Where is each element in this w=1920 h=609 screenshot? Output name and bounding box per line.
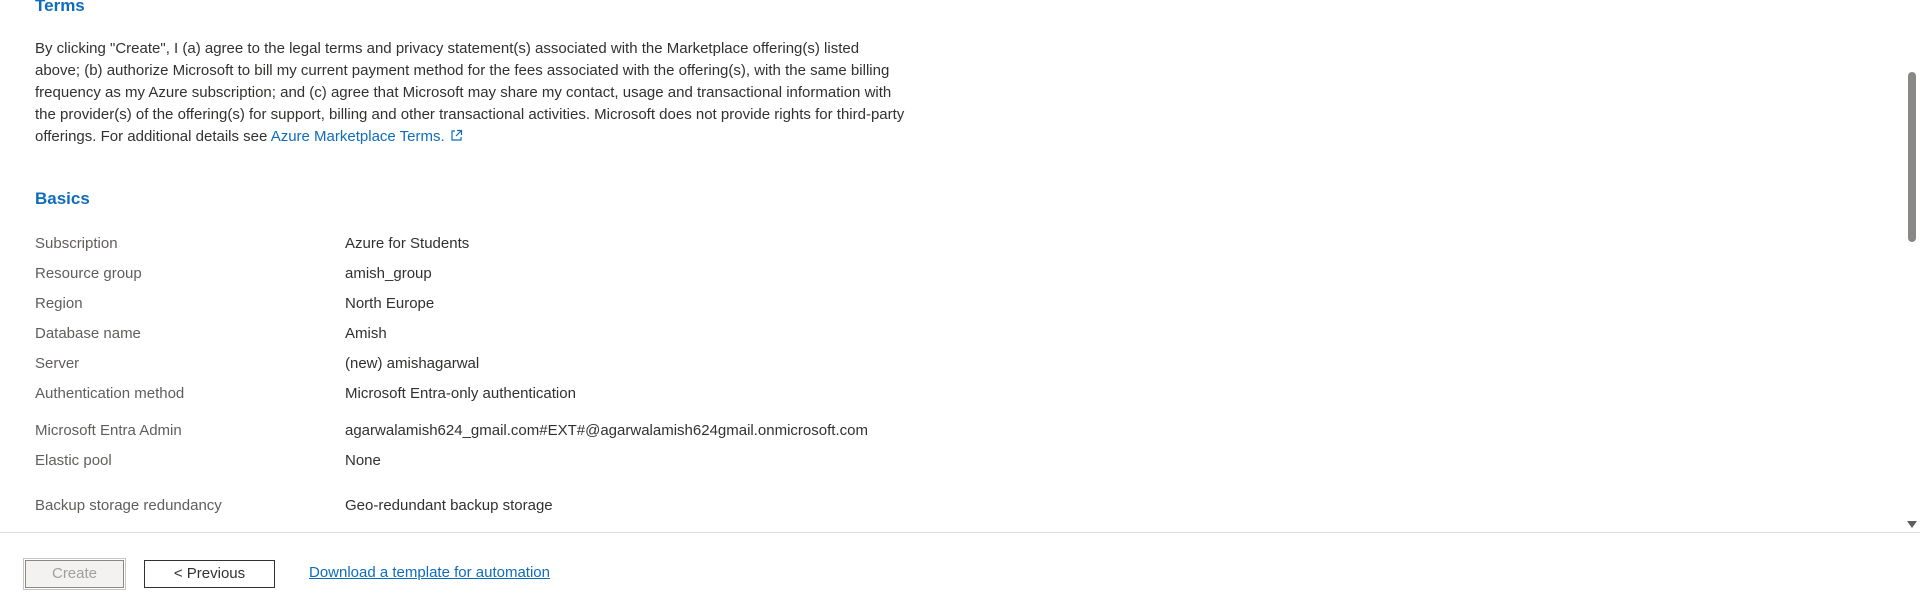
detail-value: Geo-redundant backup storage [345, 497, 553, 514]
download-template-link[interactable]: Download a template for automation [309, 564, 550, 581]
detail-value: Azure for Students [345, 235, 470, 252]
terms-paragraph: By clicking "Create", I (a) agree to the… [35, 38, 905, 149]
detail-label: Authentication method [35, 385, 185, 402]
basics-heading: Basics [35, 189, 90, 208]
detail-label: Resource group [35, 265, 142, 282]
detail-label: Server [35, 355, 80, 372]
detail-label: Microsoft Entra Admin [35, 422, 182, 439]
review-create-page: Terms By clicking "Create", I (a) agree … [0, 0, 1920, 609]
vertical-scrollbar[interactable] [1904, 0, 1920, 532]
detail-label: Backup storage redundancy [35, 497, 222, 514]
detail-row-elastic-pool: Elastic pool None [35, 450, 1335, 472]
detail-label: Region [35, 295, 83, 312]
detail-row-database-name: Database name Amish [35, 323, 1335, 345]
detail-row-subscription: Subscription Azure for Students [35, 233, 1335, 255]
terms-body: By clicking "Create", I (a) agree to the… [35, 40, 905, 145]
detail-label: Subscription [35, 235, 118, 252]
chevron-down-icon[interactable] [1907, 521, 1917, 528]
detail-row-authentication-method: Authentication method Microsoft Entra-on… [35, 383, 1335, 405]
detail-value: agarwalamish624_gmail.com#EXT#@agarwalam… [345, 422, 868, 439]
detail-row-resource-group: Resource group amish_group [35, 263, 1335, 285]
review-scroll-area[interactable]: Terms By clicking "Create", I (a) agree … [0, 0, 1904, 532]
detail-value: amish_group [345, 265, 432, 282]
detail-row-region: Region North Europe [35, 293, 1335, 315]
create-button[interactable]: Create [23, 558, 126, 590]
detail-value: Microsoft Entra-only authentication [345, 385, 576, 402]
detail-row-backup-storage-redundancy: Backup storage redundancy Geo-redundant … [35, 495, 1335, 517]
external-link-icon [450, 127, 463, 149]
scrollbar-thumb[interactable] [1908, 72, 1916, 242]
detail-row-server: Server (new) amishagarwal [35, 353, 1335, 375]
detail-value: (new) amishagarwal [345, 355, 480, 372]
previous-button[interactable]: < Previous [144, 560, 275, 588]
detail-value: North Europe [345, 295, 435, 312]
detail-label: Database name [35, 325, 141, 342]
detail-value: None [345, 452, 381, 469]
terms-heading: Terms [35, 0, 85, 15]
azure-marketplace-terms-link-label: Azure Marketplace Terms. [270, 128, 445, 145]
detail-row-entra-admin: Microsoft Entra Admin agarwalamish624_gm… [35, 420, 1335, 442]
detail-label: Elastic pool [35, 452, 112, 469]
detail-value: Amish [345, 325, 387, 342]
azure-marketplace-terms-link[interactable]: Azure Marketplace Terms. [271, 128, 463, 145]
footer-action-bar: Create < Previous Download a template fo… [0, 532, 1920, 609]
